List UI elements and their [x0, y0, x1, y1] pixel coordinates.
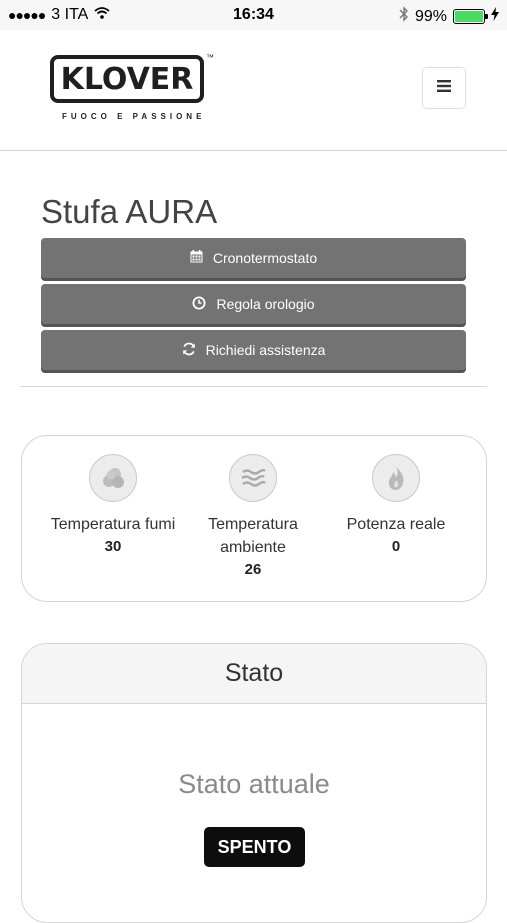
status-bar-right: 99%	[399, 6, 499, 27]
sensor-label: Temperatura ambiente	[208, 516, 298, 556]
cronotermostato-label: Cronotermostato	[212, 250, 318, 266]
bluetooth-icon	[399, 6, 409, 27]
state-panel-header: Stato	[22, 644, 486, 704]
battery-icon	[453, 9, 488, 24]
cronotermostato-button[interactable]: Cronotermostato	[41, 238, 466, 278]
state-panel: Stato Stato attuale SPENTO	[21, 643, 487, 923]
app-header: KLOVER ™ FUOCO E PASSIONE	[0, 30, 507, 151]
menu-button[interactable]	[422, 67, 466, 109]
refresh-icon	[182, 342, 196, 359]
state-panel-title: Stato	[224, 659, 284, 687]
current-state-label: Stato attuale	[178, 769, 330, 799]
sensors-card: Temperatura fumi 30 Temperatura ambiente…	[21, 435, 487, 602]
richiedi-assistenza-label: Richiedi assistenza	[205, 342, 326, 358]
status-bar: ●●●●● 3 ITA 16:34 99%	[0, 0, 507, 30]
sensor-label: Temperatura fumi	[50, 516, 176, 533]
page-title: Stufa AURA	[41, 193, 218, 230]
air-waves-icon	[229, 454, 277, 502]
richiedi-assistenza-button[interactable]: Richiedi assistenza	[41, 330, 466, 370]
battery-percent: 99%	[414, 7, 447, 25]
brand-logo[interactable]: KLOVER ™ FUOCO E PASSIONE	[50, 53, 215, 125]
status-badge: SPENTO	[204, 827, 305, 867]
smoke-icon	[89, 454, 137, 502]
brand-name: KLOVER	[60, 61, 194, 97]
trademark-symbol: ™	[206, 53, 214, 62]
regola-orologio-label: Regola orologio	[216, 296, 315, 312]
regola-orologio-button[interactable]: Regola orologio	[41, 284, 466, 324]
logo-frame: KLOVER	[50, 55, 204, 103]
sensor-value: 0	[391, 538, 401, 555]
sensor-value: 26	[244, 561, 262, 578]
sensor-label: Potenza reale	[346, 516, 446, 533]
sensor-temperatura-ambiente: Temperatura ambiente 26	[174, 436, 332, 581]
calendar-icon	[190, 250, 203, 266]
section-divider	[20, 386, 487, 387]
brand-tagline: FUOCO E PASSIONE	[62, 112, 206, 121]
hamburger-icon	[437, 79, 451, 97]
flame-icon	[372, 454, 420, 502]
battery-fill	[455, 11, 483, 22]
sensor-potenza-reale: Potenza reale 0	[316, 436, 476, 558]
clock-icon	[192, 296, 206, 313]
charging-icon	[491, 7, 499, 26]
sensor-temperatura-fumi: Temperatura fumi 30	[33, 436, 193, 558]
sensor-value: 30	[104, 538, 122, 555]
